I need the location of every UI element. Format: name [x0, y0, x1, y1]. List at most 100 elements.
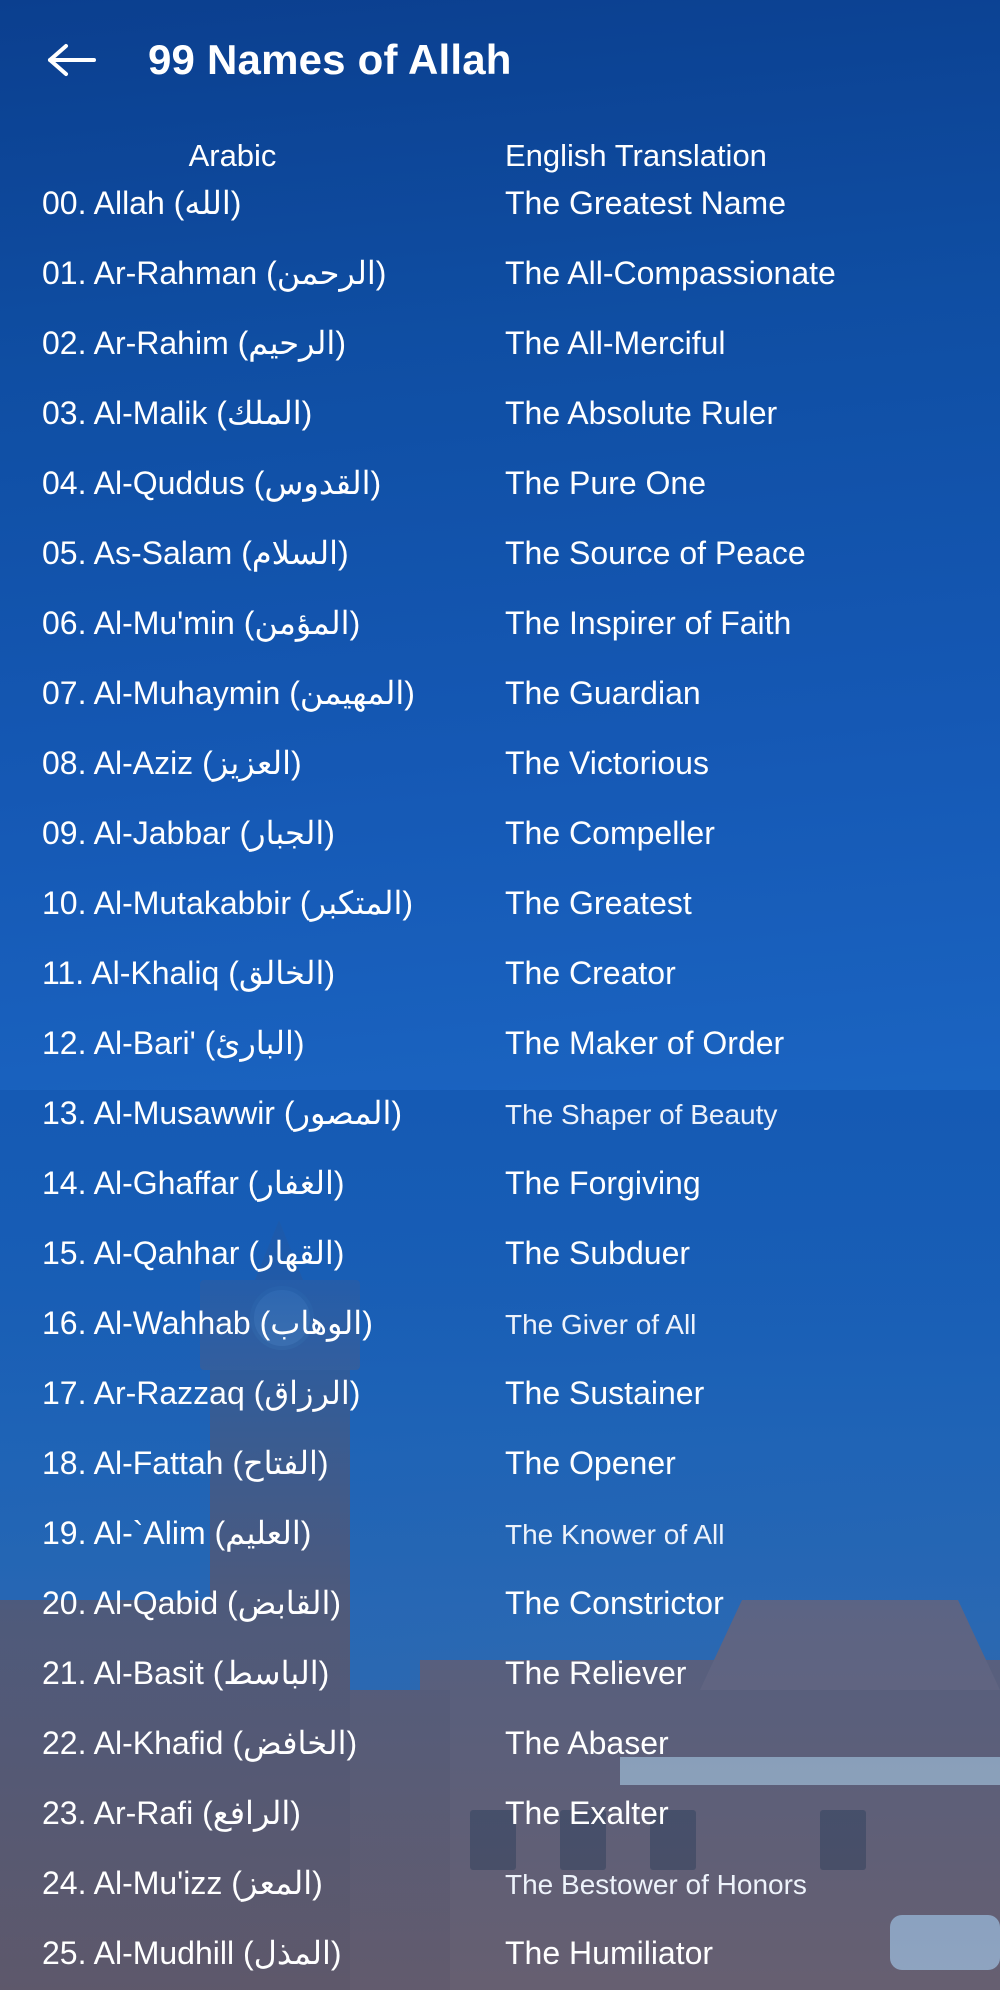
list-item[interactable]: 19. Al-`Alim (العليم) The Knower of All — [0, 1514, 1000, 1584]
name-arabic-cell: 02. Ar-Rahim (الرحيم) — [0, 324, 465, 362]
name-latin: Al-Ghaffar — [93, 1165, 239, 1201]
list-item[interactable]: 23. Ar-Rafi (الرافع) The Exalter — [0, 1794, 1000, 1864]
name-translation: The Giver of All — [505, 1309, 697, 1340]
list-item[interactable]: 20. Al-Qabid (القابض) The Constrictor — [0, 1584, 1000, 1654]
name-arabic: (الملك) — [216, 395, 313, 431]
list-item[interactable]: 02. Ar-Rahim (الرحيم) The All-Merciful — [0, 324, 1000, 394]
name-translation: The Creator — [505, 955, 676, 991]
name-index: 25. — [42, 1935, 87, 1971]
name-latin: Ar-Rahim — [93, 325, 229, 361]
name-arabic-cell: 18. Al-Fattah (الفتاح) — [0, 1444, 465, 1482]
list-item[interactable]: 14. Al-Ghaffar (الغفار) The Forgiving — [0, 1164, 1000, 1234]
list-item[interactable]: 06. Al-Mu'min (المؤمن) The Inspirer of Fa… — [0, 604, 1000, 674]
name-translation: The Compeller — [505, 815, 715, 851]
name-latin: Al-Qahhar — [93, 1235, 240, 1271]
name-latin: Al-Basit — [93, 1655, 204, 1691]
name-index: 14. — [42, 1165, 87, 1201]
list-item[interactable]: 22. Al-Khafid (الخافض) The Abaser — [0, 1724, 1000, 1794]
name-latin: Al-Malik — [93, 395, 208, 431]
name-translation: The Maker of Order — [505, 1025, 785, 1061]
name-arabic: (البارئ) — [204, 1025, 305, 1061]
name-index: 01. — [42, 255, 87, 291]
name-latin: Al-Qabid — [93, 1585, 219, 1621]
name-index: 08. — [42, 745, 87, 781]
name-latin: Al-Mu'min — [93, 605, 235, 641]
name-arabic-cell: 23. Ar-Rafi (الرافع) — [0, 1794, 465, 1832]
name-arabic-cell: 06. Al-Mu'min (المؤمن) — [0, 604, 465, 642]
name-arabic-cell: 09. Al-Jabbar (الجبار) — [0, 814, 465, 852]
name-latin: Al-Fattah — [93, 1445, 224, 1481]
name-arabic-cell: 17. Ar-Razzaq (الرزاق) — [0, 1374, 465, 1412]
name-arabic: (الخافض) — [232, 1725, 358, 1761]
name-index: 10. — [42, 885, 87, 921]
name-arabic: (المؤمن) — [243, 605, 361, 641]
name-index: 04. — [42, 465, 87, 501]
arrow-left-icon[interactable] — [42, 30, 102, 90]
list-item[interactable]: 09. Al-Jabbar (الجبار) The Compeller — [0, 814, 1000, 884]
name-latin: Al-Muhaymin — [93, 675, 281, 711]
list-item[interactable]: 10. Al-Mutakabbir (المتكبر) The Greatest — [0, 884, 1000, 954]
name-index: 11. — [42, 955, 85, 991]
name-arabic: (الفتاح) — [232, 1445, 329, 1481]
list-item[interactable]: 18. Al-Fattah (الفتاح) The Opener — [0, 1444, 1000, 1514]
name-index: 06. — [42, 605, 87, 641]
name-latin: Al-Wahhab — [93, 1305, 251, 1341]
name-index: 09. — [42, 815, 87, 851]
name-latin: Ar-Rafi — [93, 1795, 194, 1831]
name-arabic-cell: 12. Al-Bari' (البارئ) — [0, 1024, 465, 1062]
list-item[interactable]: 15. Al-Qahhar (القهار) The Subduer — [0, 1234, 1000, 1304]
name-translation: The Sustainer — [505, 1375, 705, 1411]
name-index: 12. — [42, 1025, 87, 1061]
app-root: 99 Names of Allah Arabic English Transla… — [0, 0, 1000, 1990]
name-latin: Al-Khaliq — [91, 955, 220, 991]
name-arabic-cell: 24. Al-Mu'izz (المعز) — [0, 1864, 465, 1902]
list-item[interactable]: 16. Al-Wahhab (الوهاب) The Giver of All — [0, 1304, 1000, 1374]
list-item[interactable]: 11. Al-Khaliq (الخالق) The Creator — [0, 954, 1000, 1024]
name-translation: The Inspirer of Faith — [505, 605, 792, 641]
list-item[interactable]: 17. Ar-Razzaq (الرزاق) The Sustainer — [0, 1374, 1000, 1444]
list-item[interactable]: 03. Al-Malik (الملك) The Absolute Ruler — [0, 394, 1000, 464]
name-arabic-cell: 08. Al-Aziz (العزيز) — [0, 744, 465, 782]
list-item[interactable]: 01. Ar-Rahman (الرحمن) The All-Compassion… — [0, 254, 1000, 324]
name-index: 18. — [42, 1445, 87, 1481]
name-arabic: (الرزاق) — [253, 1375, 361, 1411]
name-latin: Al-Aziz — [93, 745, 194, 781]
list-item[interactable]: 05. As-Salam (السلام) The Source of Peace — [0, 534, 1000, 604]
column-header-arabic: Arabic — [188, 138, 277, 173]
list-item[interactable]: 08. Al-Aziz (العزيز) The Victorious — [0, 744, 1000, 814]
name-arabic: (الرحيم) — [237, 325, 346, 361]
name-arabic: (الرافع) — [202, 1795, 301, 1831]
name-arabic-cell: 16. Al-Wahhab (الوهاب) — [0, 1304, 465, 1342]
name-arabic: (الوهاب) — [259, 1305, 373, 1341]
name-translation: The Humiliator — [505, 1935, 714, 1971]
list-item[interactable]: 00. Allah (الله) The Greatest Name — [0, 184, 1000, 254]
name-index: 21. — [42, 1655, 87, 1691]
list-item[interactable]: 25. Al-Mudhill (المذل) The Humiliator — [0, 1934, 1000, 1990]
name-translation: The All-Compassionate — [505, 255, 836, 291]
name-index: 19. — [42, 1515, 87, 1551]
name-arabic-cell: 21. Al-Basit (الباسط) — [0, 1654, 465, 1692]
name-arabic: (القهار) — [248, 1235, 345, 1271]
name-latin: Al-`Alim — [93, 1515, 206, 1551]
list-item[interactable]: 21. Al-Basit (الباسط) The Reliever — [0, 1654, 1000, 1724]
name-arabic-cell: 03. Al-Malik (الملك) — [0, 394, 465, 432]
name-arabic: (العليم) — [214, 1515, 312, 1551]
list-item[interactable]: 24. Al-Mu'izz (المعز) The Bestower of Hon… — [0, 1864, 1000, 1934]
name-translation: The Abaser — [505, 1725, 669, 1761]
list-item[interactable]: 04. Al-Quddus (القدوس) The Pure One — [0, 464, 1000, 534]
name-latin: Al-Mudhill — [93, 1935, 235, 1971]
column-header-english: English Translation — [505, 138, 767, 173]
name-index: 03. — [42, 395, 87, 431]
name-arabic-cell: 19. Al-`Alim (العليم) — [0, 1514, 465, 1552]
list-item[interactable]: 12. Al-Bari' (البارئ) The Maker of Order — [0, 1024, 1000, 1094]
name-translation: The Source of Peace — [505, 535, 806, 571]
names-list[interactable]: 00. Allah (الله) The Greatest Name 01. Ar-… — [0, 184, 1000, 1990]
name-latin: Allah — [93, 185, 165, 221]
name-arabic: (المذل) — [242, 1935, 342, 1971]
list-item[interactable]: 13. Al-Musawwir (المصور) The Shaper of Be… — [0, 1094, 1000, 1164]
name-latin: Al-Bari' — [93, 1025, 196, 1061]
name-arabic: (الجبار) — [239, 815, 335, 851]
list-item[interactable]: 07. Al-Muhaymin (المهيمن) The Guardian — [0, 674, 1000, 744]
name-arabic: (الغفار) — [247, 1165, 345, 1201]
name-arabic-cell: 11. Al-Khaliq (الخالق) — [0, 954, 465, 992]
